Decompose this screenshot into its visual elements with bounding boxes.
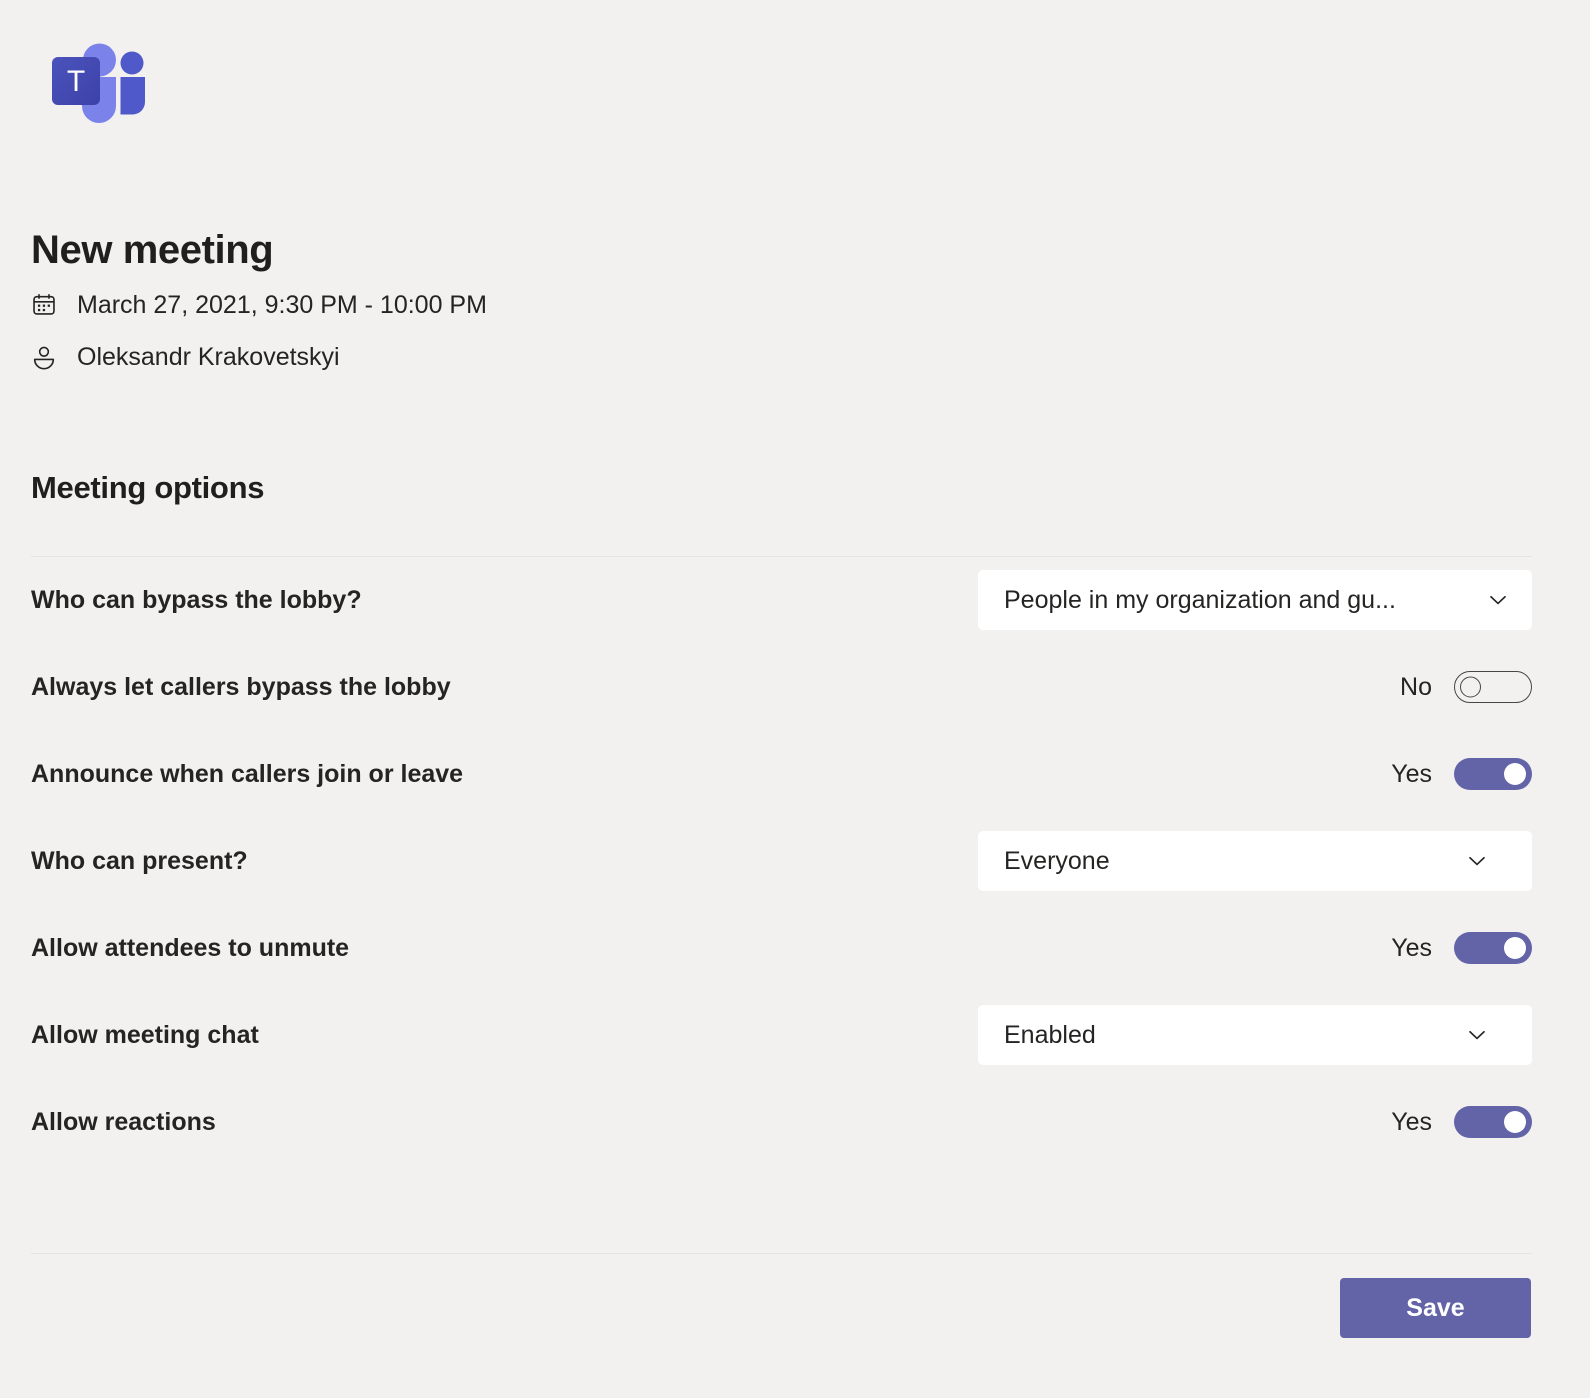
chevron-down-icon bbox=[1422, 1005, 1532, 1065]
option-label: Always let callers bypass the lobby bbox=[31, 672, 451, 701]
meeting-organizer-row: Oleksandr Krakovetskyi bbox=[31, 341, 1531, 373]
options-divider-bottom bbox=[31, 1253, 1532, 1254]
toggle-state-label: Yes bbox=[1391, 759, 1432, 788]
meeting-date-text: March 27, 2021, 9:30 PM - 10:00 PM bbox=[77, 291, 487, 319]
control-area: Enabled bbox=[978, 991, 1532, 1078]
dropdown-value: Everyone bbox=[1004, 846, 1110, 875]
toggle-wrap: No bbox=[1384, 670, 1532, 703]
always-let-callers-bypass-the-lobby-toggle[interactable] bbox=[1454, 670, 1532, 703]
toggle-knob bbox=[1504, 936, 1526, 959]
who-can-present-dropdown[interactable]: Everyone bbox=[978, 830, 1532, 891]
meeting-organizer-text: Oleksandr Krakovetskyi bbox=[77, 343, 340, 371]
option-label: Who can bypass the lobby? bbox=[31, 585, 362, 614]
control-area: People in my organization and gu... bbox=[978, 556, 1532, 643]
dropdown-value: People in my organization and gu... bbox=[1004, 585, 1396, 614]
option-row-allow-meeting-chat: Allow meeting chat Enabled bbox=[31, 991, 1532, 1078]
who-can-bypass-the-lobby-dropdown[interactable]: People in my organization and gu... bbox=[978, 569, 1532, 630]
option-label: Allow attendees to unmute bbox=[31, 933, 350, 962]
option-row-who-can-bypass-the-lobby: Who can bypass the lobby? People in my o… bbox=[31, 556, 1532, 643]
svg-text:T: T bbox=[67, 65, 85, 98]
chevron-down-icon bbox=[1468, 570, 1528, 630]
toggle-state-label: No bbox=[1400, 672, 1432, 701]
option-label: Announce when callers join or leave bbox=[31, 759, 464, 788]
option-row-always-let-callers-bypass-the-lobby: Always let callers bypass the lobby No bbox=[31, 643, 1532, 730]
allow-attendees-to-unmute-toggle[interactable] bbox=[1454, 931, 1532, 964]
meeting-options-list: Who can bypass the lobby? People in my o… bbox=[31, 556, 1532, 1165]
allow-reactions-toggle[interactable] bbox=[1454, 1105, 1532, 1138]
microsoft-teams-logo: T bbox=[44, 34, 154, 134]
toggle-state-label: Yes bbox=[1391, 1107, 1432, 1136]
control-area: Yes bbox=[1384, 730, 1532, 817]
option-label: Allow reactions bbox=[31, 1107, 216, 1136]
option-row-allow-attendees-to-unmute: Allow attendees to unmute Yes bbox=[31, 904, 1532, 991]
control-area: Yes bbox=[1384, 904, 1532, 991]
meeting-header: New meeting March 27, 2021, 9:30 PM - 10… bbox=[31, 225, 1531, 373]
save-button[interactable]: Save bbox=[1340, 1278, 1531, 1338]
allow-meeting-chat-dropdown[interactable]: Enabled bbox=[978, 1004, 1532, 1065]
toggle-knob bbox=[1504, 762, 1526, 785]
announce-when-callers-join-or-leave-toggle[interactable] bbox=[1454, 757, 1532, 790]
control-area: Yes bbox=[1384, 1078, 1532, 1165]
toggle-wrap: Yes bbox=[1384, 931, 1532, 964]
toggle-knob bbox=[1460, 676, 1481, 697]
dropdown-value: Enabled bbox=[1004, 1020, 1096, 1049]
option-row-announce-when-callers-join-or-leave: Announce when callers join or leave Yes bbox=[31, 730, 1532, 817]
person-icon bbox=[31, 342, 61, 372]
meeting-options-heading: Meeting options bbox=[31, 470, 265, 505]
meeting-options-page: T New meeting March 27, 2021, 9:30 PM - … bbox=[0, 0, 1590, 1398]
option-row-who-can-present: Who can present? Everyone bbox=[31, 817, 1532, 904]
chevron-down-icon bbox=[1422, 831, 1532, 891]
page-title: New meeting bbox=[31, 228, 274, 272]
meeting-date-row: March 27, 2021, 9:30 PM - 10:00 PM bbox=[31, 289, 1531, 321]
option-label: Allow meeting chat bbox=[31, 1020, 259, 1049]
option-row-allow-reactions: Allow reactions Yes bbox=[31, 1078, 1532, 1165]
calendar-icon bbox=[31, 290, 61, 320]
toggle-state-label: Yes bbox=[1391, 933, 1432, 962]
toggle-knob bbox=[1504, 1110, 1526, 1133]
control-area: Everyone bbox=[978, 817, 1532, 904]
control-area: No bbox=[1384, 643, 1532, 730]
toggle-wrap: Yes bbox=[1384, 1105, 1532, 1138]
option-label: Who can present? bbox=[31, 846, 248, 875]
toggle-wrap: Yes bbox=[1384, 757, 1532, 790]
